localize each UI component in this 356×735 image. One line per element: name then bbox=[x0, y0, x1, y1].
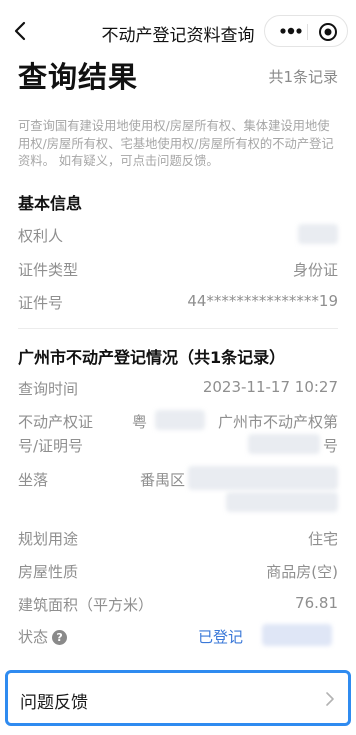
cert-label-line2: 号/证明号 bbox=[18, 437, 84, 455]
location-redacted-1 bbox=[188, 466, 338, 490]
feedback-button[interactable]: 问题反馈 bbox=[5, 670, 351, 726]
section-divider bbox=[18, 328, 338, 329]
status-row-label: 状态? bbox=[18, 626, 68, 647]
cert-value-redacted-1 bbox=[155, 410, 205, 430]
record-count: 共1条记录 bbox=[268, 68, 338, 86]
location-redacted-2 bbox=[226, 492, 338, 512]
nature-value: 商品房(空) bbox=[266, 563, 338, 581]
area-label: 建筑面积（平方米） bbox=[18, 596, 154, 614]
status-redacted bbox=[262, 624, 332, 646]
usage-label: 规划用途 bbox=[18, 530, 79, 548]
cert-value-line1: 广州市不动产权第 bbox=[217, 413, 338, 431]
navigation-bar: 不动产登记资料查询 bbox=[0, 0, 356, 58]
cert-value-redacted-2 bbox=[248, 434, 320, 454]
id-number-label: 证件号 bbox=[18, 294, 64, 312]
capsule-divider bbox=[307, 24, 308, 40]
query-time-value: 2023-11-17 10:27 bbox=[202, 378, 338, 396]
notice-text: 可查询国有建设用地使用权/房屋所有权、集体建设用地使用权/房屋所有权、宅基地使用… bbox=[18, 119, 334, 168]
id-type-label: 证件类型 bbox=[18, 261, 79, 279]
nature-label: 房屋性质 bbox=[18, 563, 79, 581]
id-number-value: 44***************19 bbox=[187, 292, 338, 310]
mini-program-capsule bbox=[264, 15, 348, 47]
id-type-value: 身份证 bbox=[292, 261, 338, 279]
holder-value-redacted bbox=[298, 224, 338, 244]
location-value: 番禺区 bbox=[140, 471, 186, 489]
usage-value: 住宅 bbox=[307, 530, 338, 548]
area-value: 76.81 bbox=[295, 594, 338, 612]
target-circle-icon[interactable] bbox=[318, 22, 338, 42]
cert-value-suffix: 号 bbox=[322, 437, 338, 455]
chevron-right-icon bbox=[326, 692, 334, 706]
cert-label-line1: 不动产权证 bbox=[18, 413, 94, 431]
feedback-label: 问题反馈 bbox=[20, 693, 88, 713]
page-title: 查询结果 bbox=[18, 60, 139, 94]
basic-info-heading: 基本信息 bbox=[18, 194, 83, 213]
query-time-label: 查询时间 bbox=[18, 380, 79, 398]
help-icon[interactable]: ? bbox=[52, 630, 68, 645]
status-value: 已登记 bbox=[198, 628, 244, 646]
cert-value-prefix: 粤 bbox=[132, 413, 148, 431]
status-label: 状态 bbox=[18, 628, 49, 646]
location-label: 坐落 bbox=[18, 471, 49, 489]
registration-heading: 广州市不动产登记情况（共1条记录） bbox=[18, 348, 286, 367]
holder-label: 权利人 bbox=[18, 227, 64, 245]
more-dots-icon[interactable] bbox=[277, 23, 305, 39]
